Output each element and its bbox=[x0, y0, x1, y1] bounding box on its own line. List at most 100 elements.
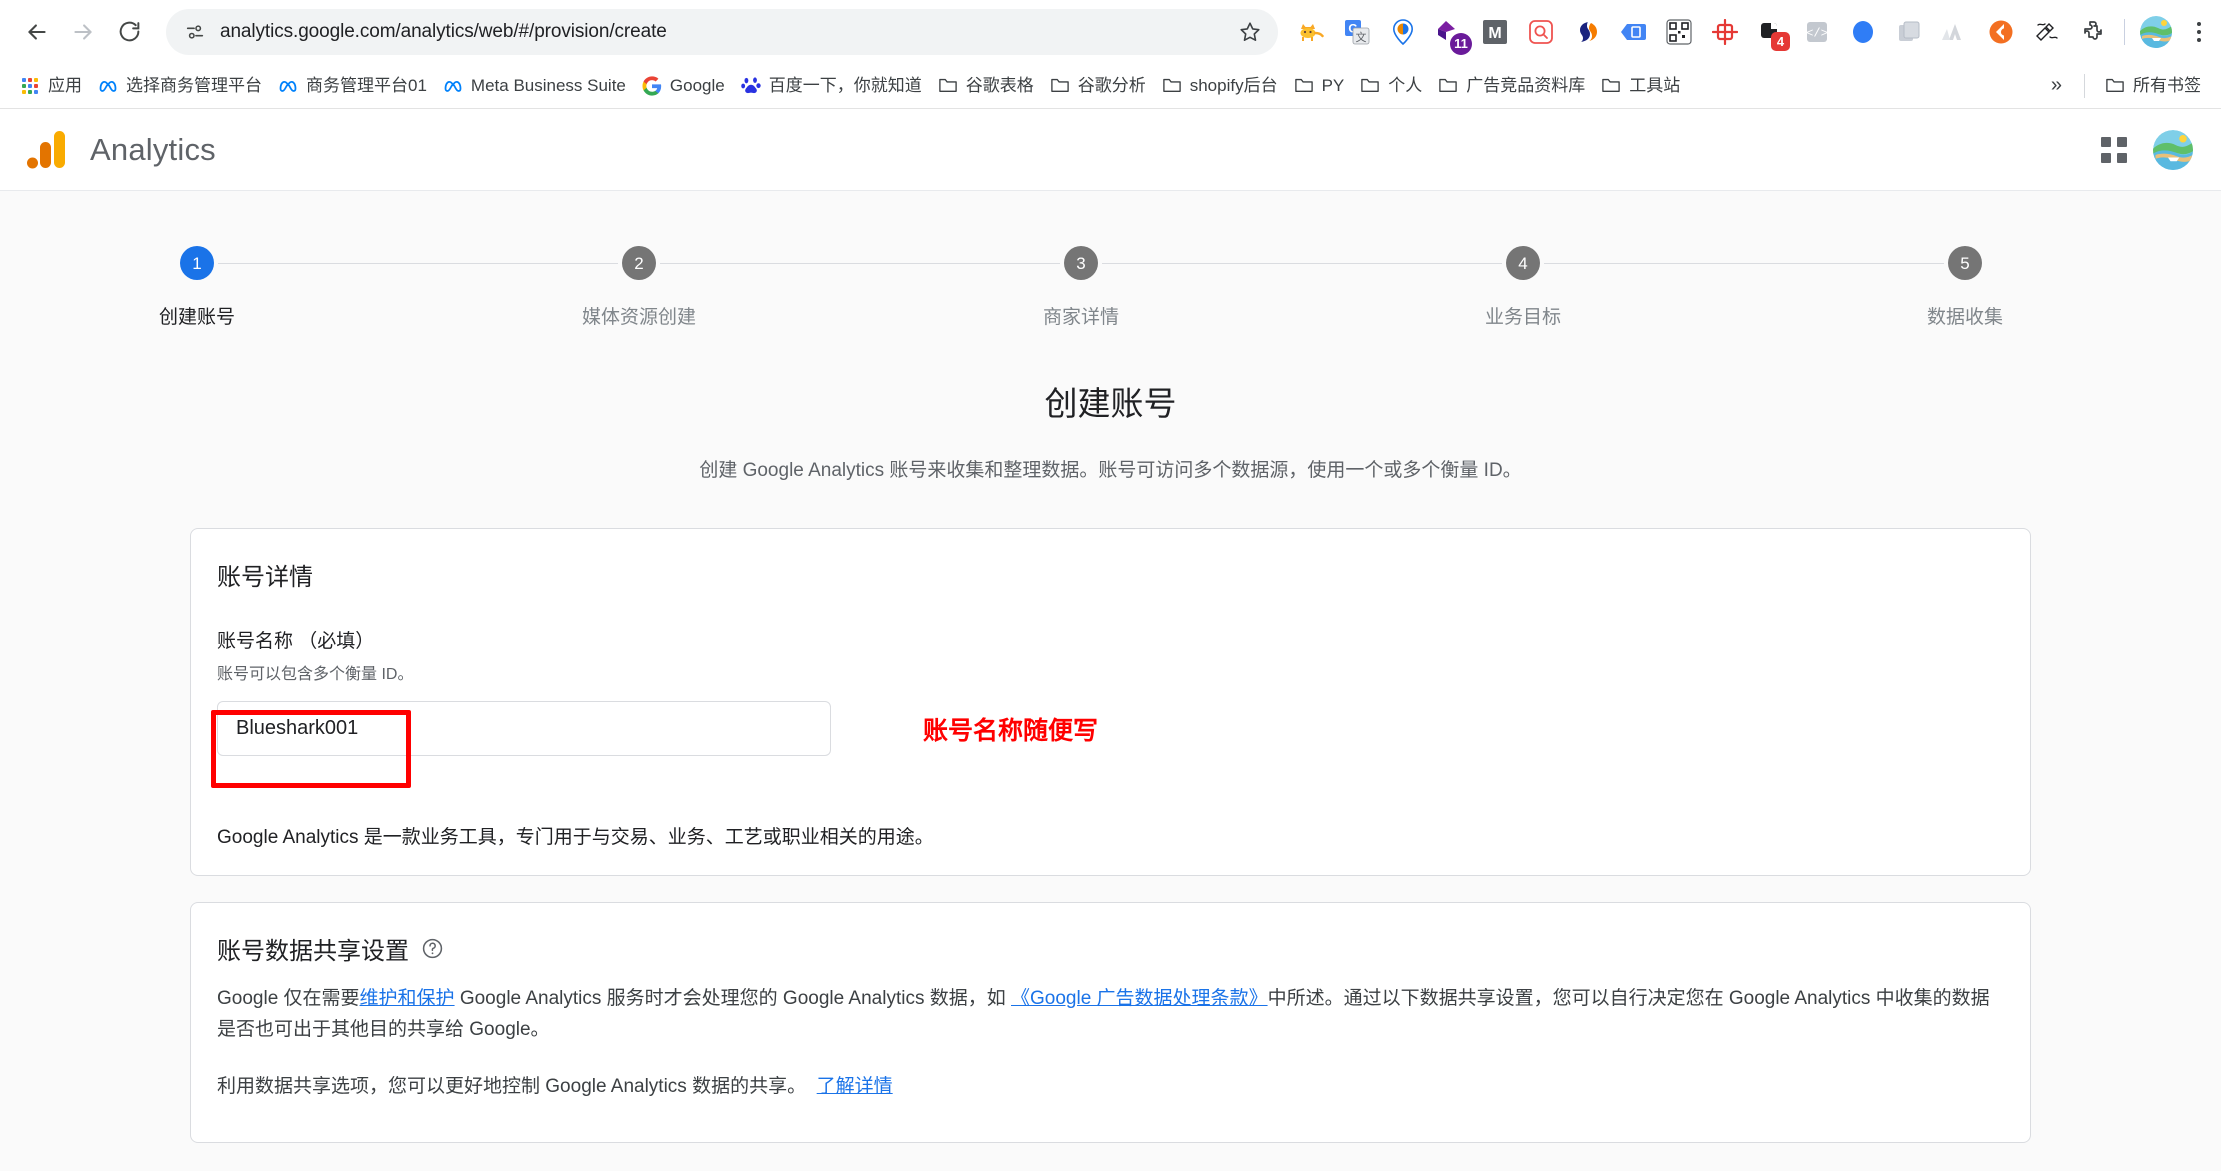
forward-arrow-icon bbox=[70, 19, 96, 45]
star-icon[interactable] bbox=[1238, 20, 1262, 44]
location-pin-icon[interactable] bbox=[1380, 9, 1426, 55]
paragraph1-part2: Google Analytics 服务时才会处理您的 Google Analyt… bbox=[454, 988, 1012, 1009]
bookmark-label: 选择商务管理平台 bbox=[126, 76, 262, 95]
clipboard-extension-icon[interactable]: 4 bbox=[1748, 9, 1794, 55]
meta-icon bbox=[98, 76, 118, 96]
scribble-pen-icon[interactable] bbox=[2024, 9, 2070, 55]
mailtrack-icon[interactable]: M bbox=[1472, 9, 1518, 55]
card-title: 账号详情 bbox=[217, 564, 313, 591]
back-button[interactable] bbox=[14, 9, 60, 55]
bookmark-folder-9[interactable]: 个人 bbox=[1352, 71, 1430, 101]
step-label: 媒体资源创建 bbox=[581, 307, 697, 328]
google-apps-grid-icon[interactable] bbox=[2101, 136, 2127, 163]
tag-assistant-icon[interactable] bbox=[1610, 9, 1656, 55]
puzzle-piece-icon[interactable] bbox=[2070, 9, 2116, 55]
three-dot-menu-icon[interactable] bbox=[2179, 9, 2219, 55]
bookmark-folder-10[interactable]: 广告竞品资料库 bbox=[1430, 71, 1593, 101]
browser-chrome: analytics.google.com/analytics/web/#/pro… bbox=[0, 0, 2221, 109]
step-label: 业务目标 bbox=[1484, 307, 1562, 328]
step-4-business-objectives[interactable]: 4 业务目标 bbox=[1485, 246, 1948, 329]
bookmark-folder-8[interactable]: PY bbox=[1286, 71, 1353, 101]
step-3-business-details[interactable]: 3 商家详情 bbox=[1043, 246, 1506, 329]
google-icon bbox=[642, 75, 662, 96]
step-number: 4 bbox=[1506, 246, 1540, 280]
step-number: 3 bbox=[1064, 246, 1098, 280]
site-settings-icon[interactable] bbox=[184, 21, 206, 43]
analytics-app-header: Analytics bbox=[0, 109, 2221, 191]
account-avatar[interactable] bbox=[2153, 129, 2193, 170]
extension-badge: 4 bbox=[1771, 31, 1790, 51]
back-arrow-icon bbox=[24, 19, 50, 45]
step-label: 数据收集 bbox=[1926, 307, 2004, 328]
all-bookmarks-label: 所有书签 bbox=[2133, 76, 2201, 95]
svg-text:M: M bbox=[1488, 25, 1501, 42]
bookmark-label: 个人 bbox=[1388, 76, 1423, 95]
user-avatar bbox=[2140, 15, 2172, 48]
google-analytics-logo bbox=[26, 130, 68, 170]
crosshair-target-icon[interactable] bbox=[1702, 9, 1748, 55]
bookmark-folder-6[interactable]: 谷歌分析 bbox=[1042, 71, 1154, 101]
forward-button[interactable] bbox=[60, 9, 106, 55]
reload-icon bbox=[117, 19, 142, 44]
bookmarks-overflow-button[interactable]: » bbox=[2041, 70, 2072, 101]
bookmark-label: 工具站 bbox=[1629, 76, 1681, 95]
code-snippet-icon[interactable]: </> bbox=[1794, 9, 1840, 55]
account-details-note: Google Analytics 是一款业务工具，专门用于与交易、业务、工艺或职… bbox=[217, 827, 934, 848]
paragraph2-text: 利用数据共享选项，您可以更好地控制 Google Analytics 数据的共享… bbox=[217, 1075, 807, 1097]
bookmark-item-0[interactable]: 选择商务管理平台 bbox=[90, 71, 270, 101]
bookmark-item-4[interactable]: 百度一下，你就知道 bbox=[733, 71, 930, 101]
all-bookmarks-button[interactable]: 所有书签 bbox=[2097, 71, 2209, 101]
notion-extension-icon[interactable]: 11 bbox=[1426, 9, 1472, 55]
bookmark-item-3[interactable]: Google bbox=[634, 71, 733, 101]
step-connector bbox=[660, 262, 1060, 264]
ads-data-processing-terms-link[interactable]: 《Google 广告数据处理条款》 bbox=[1011, 988, 1268, 1009]
similarweb-icon[interactable] bbox=[1564, 9, 1610, 55]
svg-text:文: 文 bbox=[1356, 30, 1367, 44]
baidu-icon bbox=[740, 76, 761, 96]
learn-more-link[interactable]: 了解详情 bbox=[817, 1076, 893, 1097]
bookmark-label: Meta Business Suite bbox=[470, 76, 626, 95]
reload-button[interactable] bbox=[106, 9, 152, 55]
orange-arrow-extension-icon[interactable] bbox=[1978, 9, 2024, 55]
blue-circle-extension-icon[interactable] bbox=[1840, 9, 1886, 55]
step-number: 5 bbox=[1948, 246, 1982, 280]
help-circle-icon[interactable] bbox=[421, 937, 444, 960]
url-text[interactable]: analytics.google.com/analytics/web/#/pro… bbox=[220, 21, 1224, 43]
folder-icon bbox=[1294, 76, 1314, 96]
profile-button[interactable] bbox=[2133, 9, 2179, 55]
account-details-card: 账号详情 账号名称 （必填） 账号可以包含多个衡量 ID。 账号名称随便写 Go… bbox=[190, 528, 2031, 876]
step-label: 商家详情 bbox=[1042, 307, 1120, 328]
bookmark-item-1[interactable]: 商务管理平台01 bbox=[270, 71, 435, 101]
qr-code-icon[interactable] bbox=[1656, 9, 1702, 55]
maintain-protect-link[interactable]: 维护和保护 bbox=[360, 988, 455, 1009]
step-5-data-collection[interactable]: 5 数据收集 bbox=[1927, 246, 2041, 329]
address-bar[interactable]: analytics.google.com/analytics/web/#/pro… bbox=[166, 8, 1278, 55]
bookmark-folder-11[interactable]: 工具站 bbox=[1593, 71, 1688, 101]
mountain-extension-icon[interactable] bbox=[1932, 9, 1978, 55]
extension-toolbar: G 文 11 bbox=[1288, 9, 2207, 55]
bookmark-label: PY bbox=[1321, 76, 1345, 95]
setup-stepper: 1 创建账号 2 媒体资源创建 3 商家详情 4 业务目标 5 数据收集 bbox=[0, 191, 2221, 329]
apps-grid-icon bbox=[20, 76, 40, 96]
bookmark-item-2[interactable]: Meta Business Suite bbox=[435, 71, 634, 101]
bookmark-folder-7[interactable]: shopify后台 bbox=[1154, 71, 1286, 101]
step-2-property-create[interactable]: 2 媒体资源创建 bbox=[582, 246, 1064, 329]
account-name-hint: 账号可以包含多个衡量 ID。 bbox=[217, 666, 414, 683]
app-header-actions bbox=[2101, 129, 2193, 170]
bookmark-apps[interactable]: 应用 bbox=[12, 71, 90, 101]
account-name-input[interactable] bbox=[217, 701, 831, 756]
bookmark-label: 广告竞品资料库 bbox=[1466, 76, 1586, 95]
step-connector bbox=[1102, 262, 1502, 264]
app-title: Analytics bbox=[90, 131, 216, 167]
bookmarks-bar: 应用 选择商务管理平台 商务管理平台01 Meta Business Suite… bbox=[0, 63, 2221, 109]
google-translate-icon[interactable]: G 文 bbox=[1334, 9, 1380, 55]
account-name-label: 账号名称 （必填） bbox=[217, 631, 375, 652]
bookmark-folder-5[interactable]: 谷歌表格 bbox=[930, 71, 1042, 101]
search-box-extension-icon[interactable] bbox=[1518, 9, 1564, 55]
copy-pages-icon[interactable] bbox=[1886, 9, 1932, 55]
cat-extension-icon[interactable] bbox=[1288, 9, 1334, 55]
step-connector bbox=[218, 262, 618, 264]
folder-icon bbox=[1438, 76, 1458, 96]
step-1-create-account[interactable]: 1 创建账号 bbox=[159, 246, 622, 329]
bookmark-label: 商务管理平台01 bbox=[306, 76, 427, 95]
